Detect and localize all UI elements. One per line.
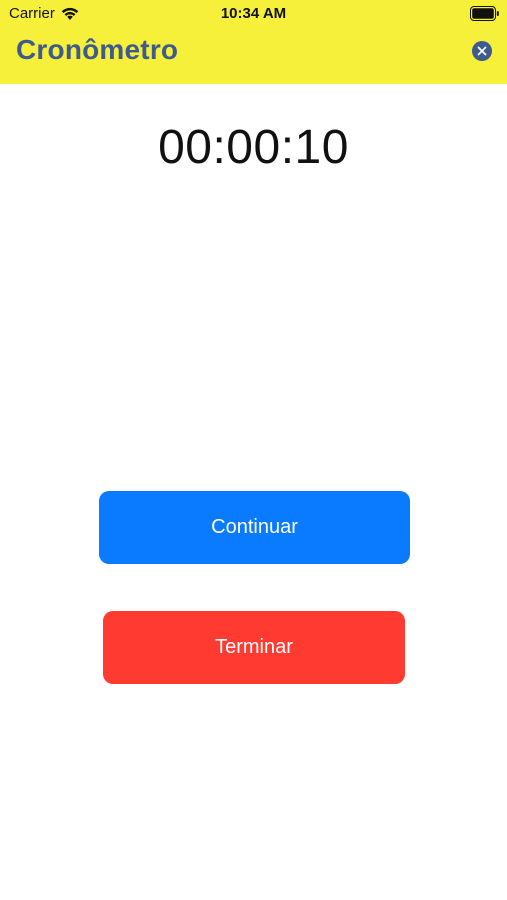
battery-icon [470,6,500,21]
end-button[interactable]: Terminar [103,611,405,684]
status-bar: Carrier 10:34 AM [0,0,507,28]
continue-button-label: Continuar [211,516,298,538]
continue-button[interactable]: Continuar [99,491,410,564]
status-time: 10:34 AM [220,5,287,22]
app-header: Carrier 10:34 AM Cronômetro [0,0,507,84]
end-button-label: Terminar [215,636,293,658]
close-button[interactable] [472,41,492,61]
timer-display: 00:00:10 [158,121,349,174]
page-title: Cronômetro [16,34,179,65]
